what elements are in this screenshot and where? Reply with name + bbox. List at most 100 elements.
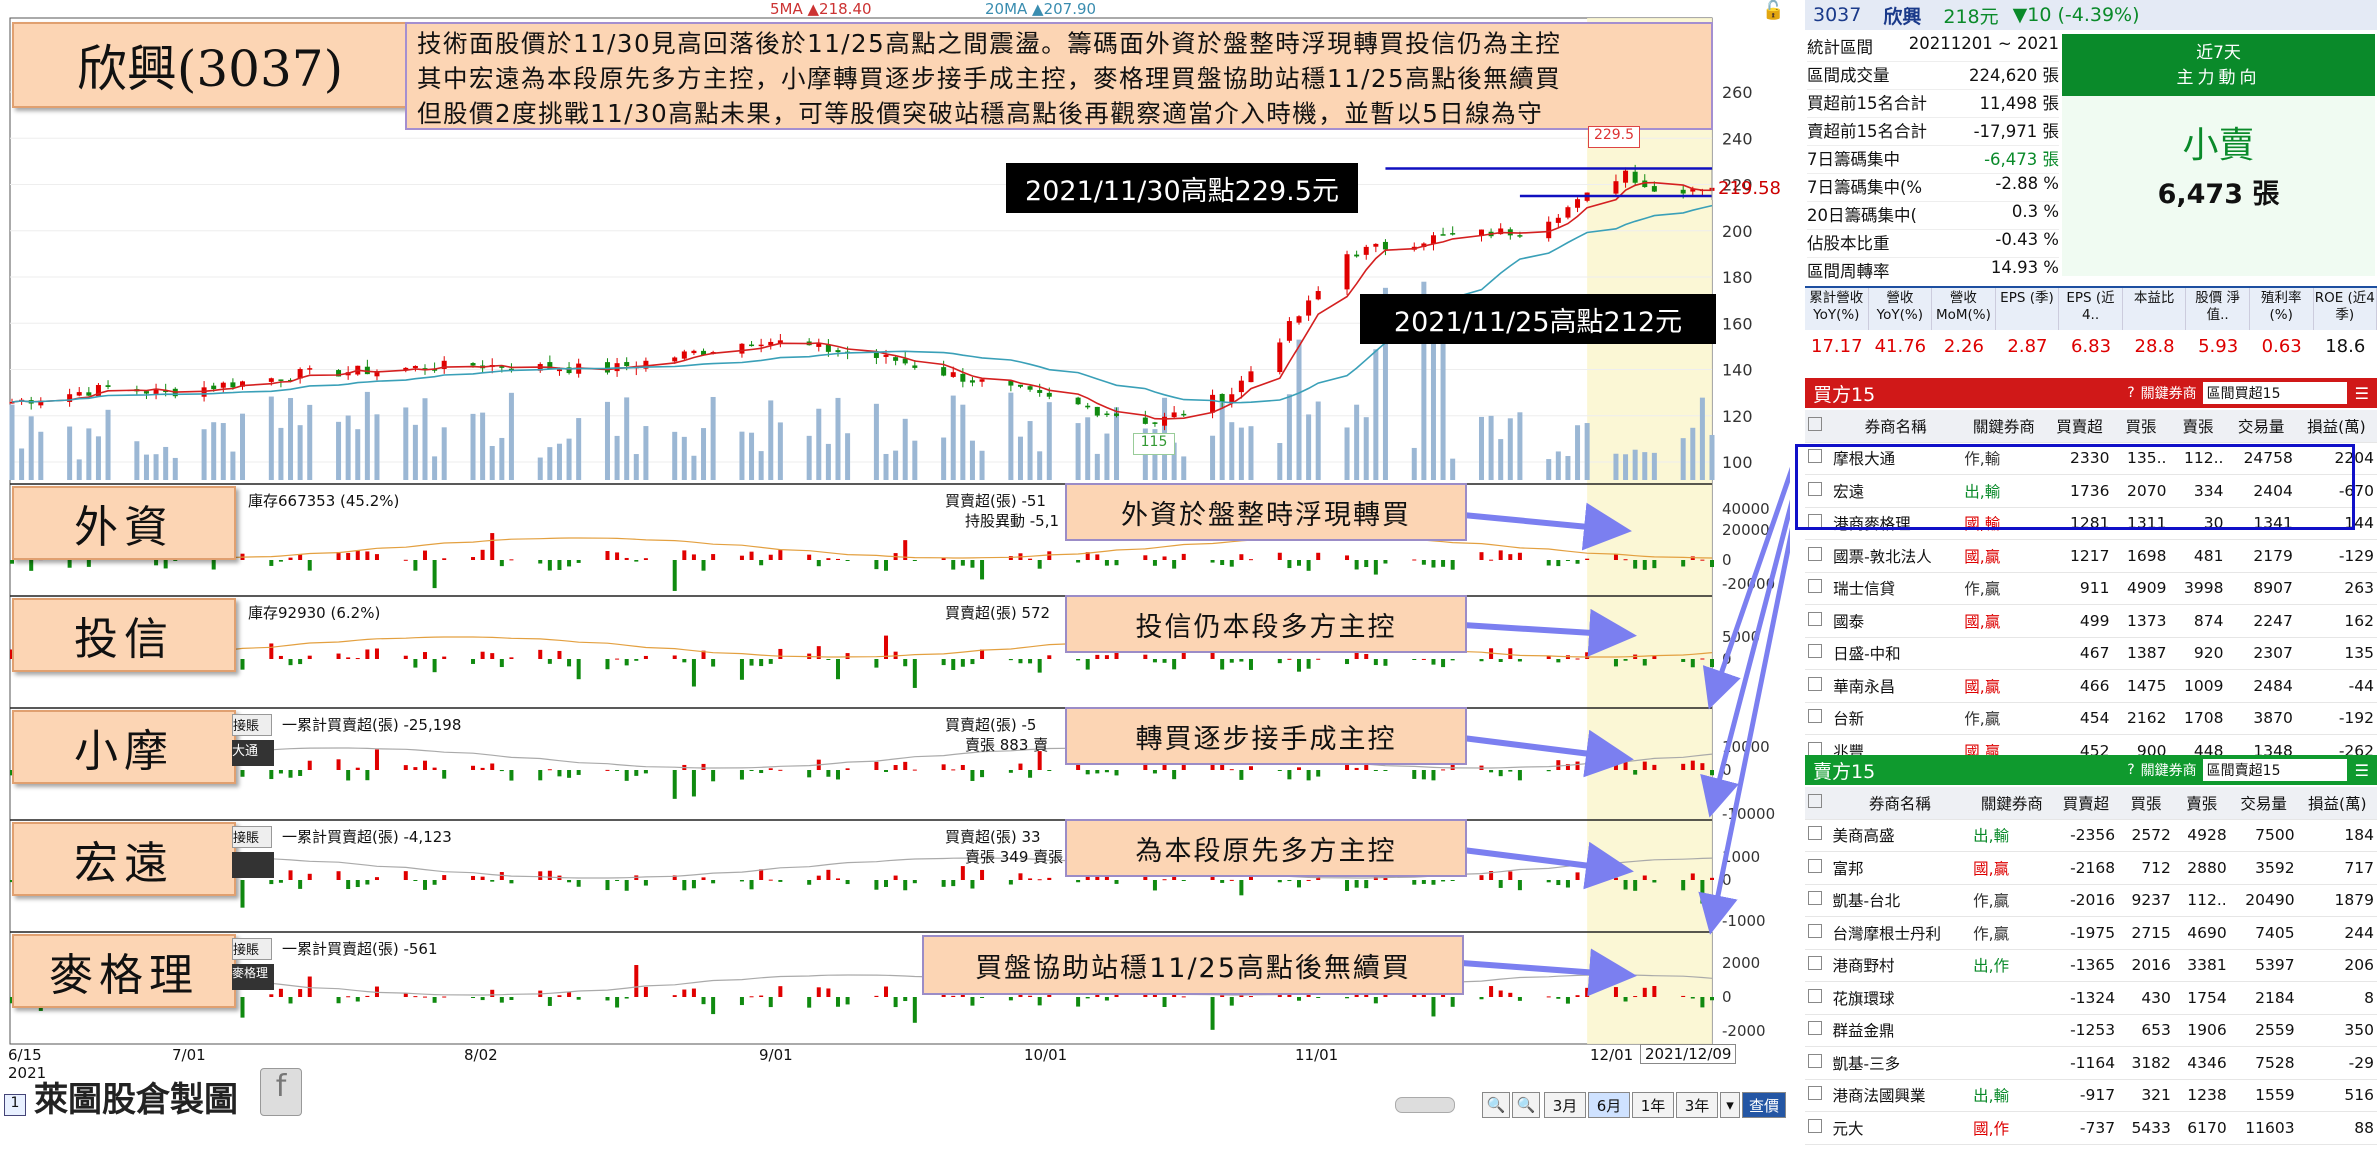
fund-value: 6.83 [2070,336,2112,357]
candle-body [960,373,966,382]
table-row[interactable]: 花旗環球 -1324 430 1754 2184 8 [1805,981,2377,1015]
sell-key-label: 關鍵券商 [2140,763,2197,779]
buy-cell: 1708 [2169,702,2227,735]
row-checkbox[interactable] [1805,1111,1830,1145]
indicator-bar [1277,880,1282,883]
range-dropdown-icon[interactable]: ▾ [1720,1092,1740,1118]
row-checkbox[interactable] [1805,981,1830,1015]
row-checkbox[interactable] [1805,572,1831,605]
row-checkbox[interactable] [1805,539,1831,573]
volume-bar [268,396,274,480]
indicator-bar [1095,554,1100,560]
sell-col-header[interactable]: 買賣超 [2053,787,2119,820]
page-indicator[interactable]: 1 [4,1094,26,1116]
range-3m-button[interactable]: 3月 [1544,1092,1586,1118]
row-checkbox[interactable] [1805,604,1831,638]
table-row[interactable]: 凱基-三多 -1164 3182 4346 7528 -29 [1805,1046,2377,1080]
table-row[interactable]: 瑞士信貸 作,贏 911 4909 3998 8907 263 [1805,572,2377,605]
buy-col-header[interactable]: 買賣超 [2046,410,2113,443]
sell-col-header[interactable]: 關鍵券商 [1970,787,2054,820]
sell-col-header[interactable]: 買張 [2118,787,2174,820]
row-checkbox[interactable] [1805,1014,1830,1047]
table-row[interactable]: 國泰 國,贏 499 1373 874 2247 162 [1805,604,2377,638]
indicator-bar [1623,559,1628,561]
buy-col-header[interactable]: 券商名稱 [1830,410,1962,443]
p4-broker-tag [232,852,274,878]
query-button[interactable]: 查價 [1742,1092,1786,1118]
sell-col-header[interactable]: 賣張 [2173,787,2230,820]
volume-bar [480,412,486,480]
volume-bar [1354,404,1360,480]
indicator-bar [1652,764,1657,770]
zoom-out-icon[interactable]: 🔍 [1482,1092,1510,1118]
buy-col-header[interactable]: 損益(萬) [2295,410,2377,443]
buy-cell: 4909 [2112,572,2170,605]
p5-toggle-button[interactable]: 接賬 [232,938,272,960]
sell-col-header[interactable]: 交易量 [2229,787,2298,820]
row-checkbox[interactable] [1805,669,1831,703]
table-row[interactable]: 群益金鼎 -1253 653 1906 2559 350 [1805,1014,2377,1047]
indicator-bar [845,560,850,561]
row-checkbox[interactable] [1805,949,1830,982]
buy-col-header[interactable]: 買張 [2112,410,2170,443]
table-row[interactable]: 凱基-台北 作,贏 -2016 9237 112.. 20490 1879 [1805,884,2377,917]
buy-col-header[interactable]: 交易量 [2226,410,2296,443]
help-icon[interactable]: ? [2127,762,2134,778]
range-6m-button[interactable]: 6月 [1588,1092,1630,1118]
indicator-bar [1316,658,1321,660]
range-3y-button[interactable]: 3年 [1676,1092,1718,1118]
table-row[interactable]: 港商法國興業 出,輸 -917 321 1238 1559 516 [1805,1079,2377,1112]
lock-icon[interactable]: 🔓 [1762,0,1784,21]
row-checkbox[interactable] [1805,637,1831,670]
row-checkbox[interactable] [1805,1046,1830,1080]
facebook-icon[interactable]: f [260,1068,302,1116]
row-checkbox[interactable] [1805,819,1830,852]
fund-header: 本益比 [2123,288,2187,330]
p4-toggle-button[interactable]: 接賬 [232,826,272,848]
row-checkbox[interactable] [1805,851,1830,885]
indicator-bar [1373,659,1378,666]
sell-col-header[interactable]: 券商名稱 [1829,787,1971,820]
table-row[interactable]: 元大 國,作 -737 5433 6170 11603 88 [1805,1111,2377,1145]
table-row[interactable]: 美商高盛 出,輸 -2356 2572 4928 7500 184 [1805,819,2377,852]
row-checkbox[interactable] [1805,916,1830,950]
p3-toggle-button[interactable]: 接賬 [232,714,272,736]
select-all-checkbox[interactable] [1805,787,1830,820]
indicator-bar [1364,764,1369,770]
range-1y-button[interactable]: 1年 [1632,1092,1674,1118]
indicator-bar [480,549,485,560]
table-row[interactable]: 日盛-中和 467 1387 920 2307 135 [1805,637,2377,670]
indicator-bar [778,880,783,882]
zoom-in-icon[interactable]: 🔍 [1512,1092,1540,1118]
buy-range-select[interactable]: 區間買超15 [2202,382,2347,404]
row-checkbox[interactable] [1805,884,1830,917]
sell-range-select[interactable]: 區間賣超15 [2202,759,2347,781]
menu-icon[interactable]: ☰ [2355,761,2369,780]
table-row[interactable]: 台新 作,贏 454 2162 1708 3870 -192 [1805,702,2377,735]
summary-row: 賣超前15名合計 -17,971 張 [1807,117,2059,145]
menu-icon[interactable]: ☰ [2355,384,2369,403]
buy-cell: 1475 [2112,669,2170,703]
indicator-bar [1681,659,1686,662]
table-row[interactable]: 國票-敦北法人 國,贏 1217 1698 481 2179 -129 [1805,539,2377,573]
row-checkbox[interactable] [1805,702,1831,735]
table-row[interactable]: 港商野村 出,作 -1365 2016 3381 5397 206 [1805,949,2377,982]
buy-col-header[interactable]: 賣張 [2169,410,2227,443]
indicator-bar [480,651,485,659]
row-checkbox[interactable] [1805,1079,1830,1112]
indicator-bar [826,770,831,777]
buy-col-header[interactable]: 關鍵券商 [1961,410,2047,443]
candle-body [1296,316,1302,323]
timeline-scrollbar[interactable] [1395,1097,1455,1113]
indicator-bar [1546,996,1551,998]
indicator-bar [874,659,879,668]
help-icon[interactable]: ? [2127,385,2134,401]
table-row[interactable]: 富邦 國,贏 -2168 712 2880 3592 717 [1805,851,2377,885]
sell-col-header[interactable]: 損益(萬) [2297,787,2377,820]
table-row[interactable]: 台灣摩根士丹利 作,贏 -1975 2715 4690 7405 244 [1805,916,2377,950]
volume-bar [1709,434,1715,480]
indicator-bar [1114,770,1119,776]
select-all-checkbox[interactable] [1805,410,1831,443]
table-row[interactable]: 華南永昌 國,贏 466 1475 1009 2484 -44 [1805,669,2377,703]
volume-bar [489,445,495,480]
